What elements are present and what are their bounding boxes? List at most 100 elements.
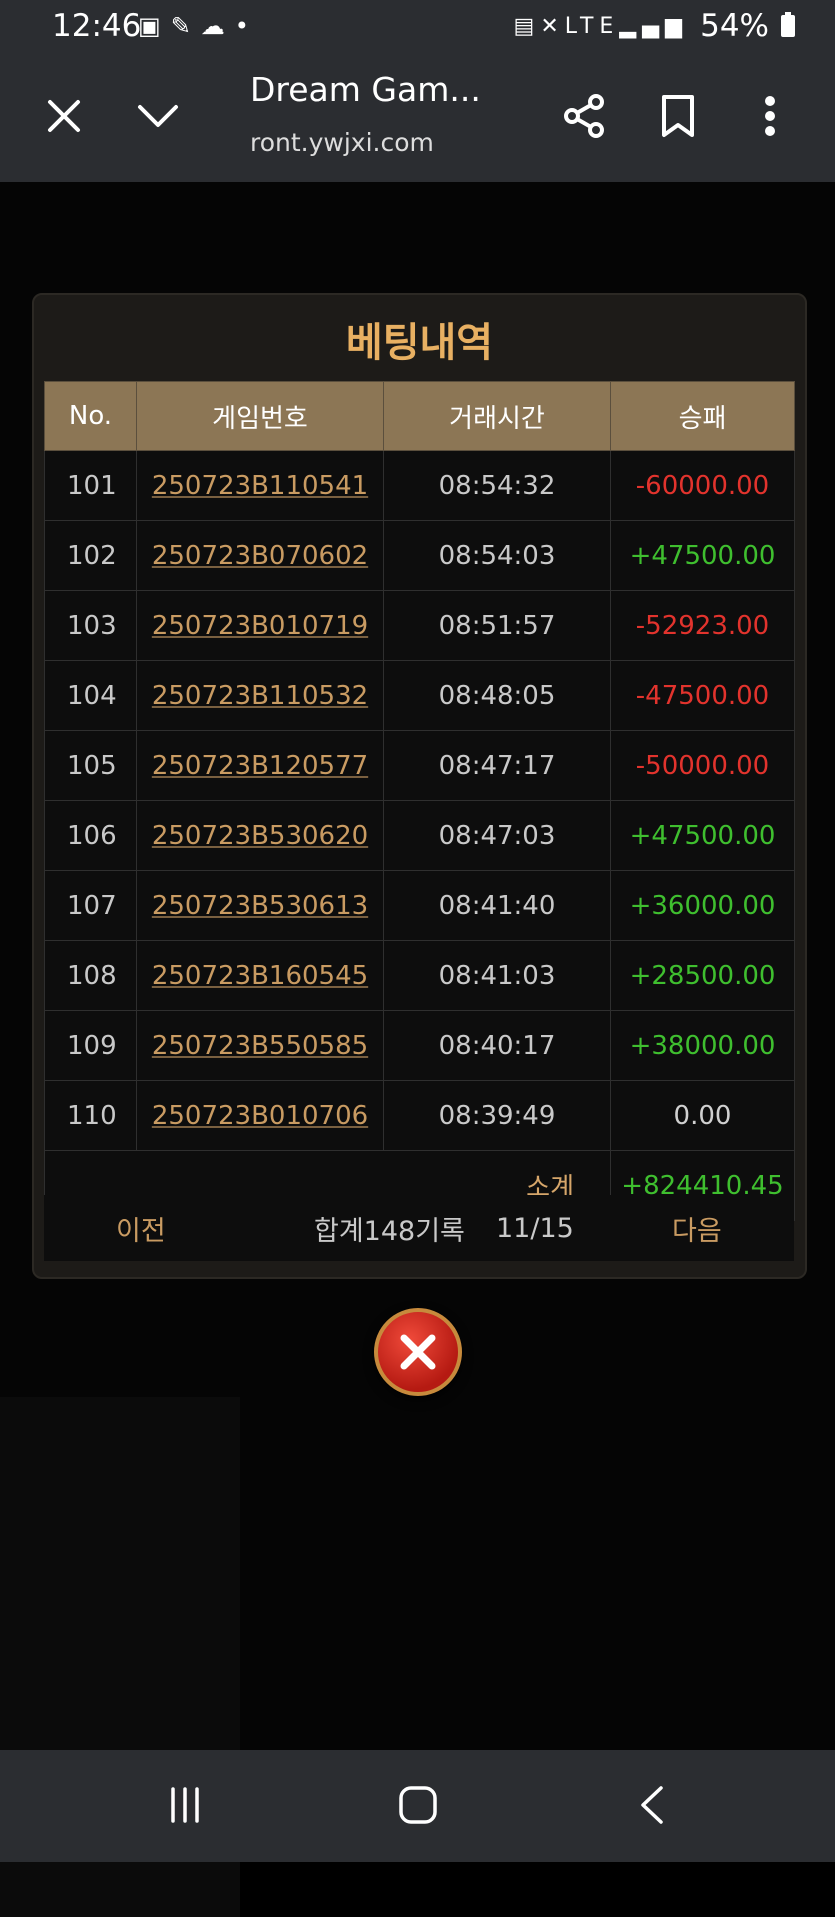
table-row: 102 250723B070602 08:54:03 +47500.00 — [44, 520, 795, 591]
recents-icon — [171, 1787, 199, 1823]
trade-time: 08:54:03 — [383, 520, 611, 591]
notification-icons: ▣✎☁• — [138, 12, 259, 40]
chevron-down-icon — [138, 105, 178, 127]
row-no: 109 — [44, 1010, 137, 1081]
system-navigation-bar — [0, 1750, 835, 1862]
battery-icon — [781, 12, 795, 37]
column-header-result: 승패 — [610, 381, 795, 451]
share-button[interactable] — [554, 86, 614, 146]
close-icon — [400, 1334, 436, 1370]
betting-history-modal: 베팅내역 No. 게임번호 거래시간 승패 101 250723B110541 … — [32, 293, 807, 1279]
browser-toolbar: Dream Gam... ront.ywjxi.com — [0, 56, 835, 182]
minimize-button[interactable] — [128, 86, 188, 146]
image-icon: ▣ — [138, 12, 171, 40]
game-id-link[interactable]: 250723B010706 — [152, 1101, 368, 1131]
home-icon — [399, 1786, 437, 1824]
table-row: 107 250723B530613 08:41:40 +36000.00 — [44, 870, 795, 941]
battery-percent: 54% — [700, 8, 769, 44]
row-no: 102 — [44, 520, 137, 591]
trade-time: 08:39:49 — [383, 1080, 611, 1151]
row-no: 103 — [44, 590, 137, 661]
lte-icon: LTE — [564, 13, 620, 39]
signal-icon: ▂▄▆ — [619, 13, 689, 39]
game-id-link[interactable]: 250723B160545 — [152, 961, 368, 991]
back-button[interactable] — [622, 1780, 682, 1830]
game-id-cell: 250723B160545 — [136, 940, 384, 1011]
mute-icon: ✕ — [540, 13, 565, 39]
result-value: +36000.00 — [610, 870, 795, 941]
game-id-link[interactable]: 250723B070602 — [152, 541, 368, 571]
game-id-cell: 250723B530620 — [136, 800, 384, 871]
game-id-link[interactable]: 250723B530613 — [152, 891, 368, 921]
game-id-link[interactable]: 250723B550585 — [152, 1031, 368, 1061]
home-button[interactable] — [388, 1780, 448, 1830]
cloud-icon: ☁ — [200, 12, 235, 40]
column-header-no: No. — [44, 381, 137, 451]
result-value: -47500.00 — [610, 660, 795, 731]
game-id-cell: 250723B070602 — [136, 520, 384, 591]
result-value: +38000.00 — [610, 1010, 795, 1081]
status-bar: 12:46 ▣✎☁• ▤✕LTE▂▄▆ 54% — [0, 0, 835, 56]
table-row: 110 250723B010706 08:39:49 0.00 — [44, 1080, 795, 1151]
prev-page-button[interactable]: 이전 — [116, 1209, 166, 1248]
row-no: 108 — [44, 940, 137, 1011]
more-menu-button[interactable] — [740, 86, 800, 146]
status-right: ▤✕LTE▂▄▆ 54% — [514, 8, 795, 44]
trade-time: 08:47:17 — [383, 730, 611, 801]
game-id-cell: 250723B010706 — [136, 1080, 384, 1151]
table-row: 105 250723B120577 08:47:17 -50000.00 — [44, 730, 795, 801]
next-page-button[interactable]: 다음 — [672, 1209, 722, 1248]
trade-time: 08:54:32 — [383, 450, 611, 521]
page-url[interactable]: ront.ywjxi.com — [250, 128, 434, 157]
table-row: 106 250723B530620 08:47:03 +47500.00 — [44, 800, 795, 871]
game-id-cell: 250723B530613 — [136, 870, 384, 941]
modal-title: 베팅내역 — [345, 320, 494, 366]
total-records: 합계148기록 — [314, 1215, 465, 1247]
row-no: 106 — [44, 800, 137, 871]
table-header-row: No. 게임번호 거래시간 승패 — [44, 381, 795, 451]
page-indicator: 11/15 — [496, 1212, 574, 1244]
game-id-link[interactable]: 250723B530620 — [152, 821, 368, 851]
close-modal-button[interactable] — [374, 1308, 462, 1396]
row-no: 110 — [44, 1080, 137, 1151]
bookmark-button[interactable] — [648, 86, 708, 146]
game-id-cell: 250723B110541 — [136, 450, 384, 521]
close-tab-button[interactable] — [34, 86, 94, 146]
result-value: 0.00 — [610, 1080, 795, 1151]
close-icon — [48, 100, 80, 132]
game-id-link[interactable]: 250723B110532 — [152, 681, 368, 711]
game-id-link[interactable]: 250723B120577 — [152, 751, 368, 781]
game-id-cell: 250723B110532 — [136, 660, 384, 731]
status-time: 12:46 — [52, 8, 142, 44]
game-id-link[interactable]: 250723B110541 — [152, 471, 368, 501]
game-id-link[interactable]: 250723B010719 — [152, 611, 368, 641]
result-value: -50000.00 — [610, 730, 795, 801]
recents-button[interactable] — [155, 1780, 215, 1830]
trade-time: 08:40:17 — [383, 1010, 611, 1081]
result-value: +28500.00 — [610, 940, 795, 1011]
share-icon — [564, 94, 604, 138]
row-no: 105 — [44, 730, 137, 801]
column-header-game-id: 게임번호 — [136, 381, 384, 451]
game-id-cell: 250723B010719 — [136, 590, 384, 661]
trade-time: 08:51:57 — [383, 590, 611, 661]
trade-time: 08:48:05 — [383, 660, 611, 731]
page-title: Dream Gam... — [250, 70, 481, 109]
more-vertical-icon — [765, 96, 775, 136]
table-row: 101 250723B110541 08:54:32 -60000.00 — [44, 450, 795, 521]
trade-time: 08:41:40 — [383, 870, 611, 941]
lock-icon: ▤ — [513, 13, 541, 39]
table-row: 103 250723B010719 08:51:57 -52923.00 — [44, 590, 795, 661]
betting-history-table: No. 게임번호 거래시간 승패 101 250723B110541 08:54… — [44, 381, 795, 1221]
dot-icon: • — [234, 12, 259, 40]
game-id-cell: 250723B550585 — [136, 1010, 384, 1081]
pen-icon: ✎ — [170, 12, 201, 40]
trade-time: 08:47:03 — [383, 800, 611, 871]
column-header-time: 거래시간 — [383, 381, 611, 451]
result-value: +47500.00 — [610, 800, 795, 871]
row-no: 107 — [44, 870, 137, 941]
row-no: 104 — [44, 660, 137, 731]
result-value: +47500.00 — [610, 520, 795, 591]
row-no: 101 — [44, 450, 137, 521]
table-row: 104 250723B110532 08:48:05 -47500.00 — [44, 660, 795, 731]
